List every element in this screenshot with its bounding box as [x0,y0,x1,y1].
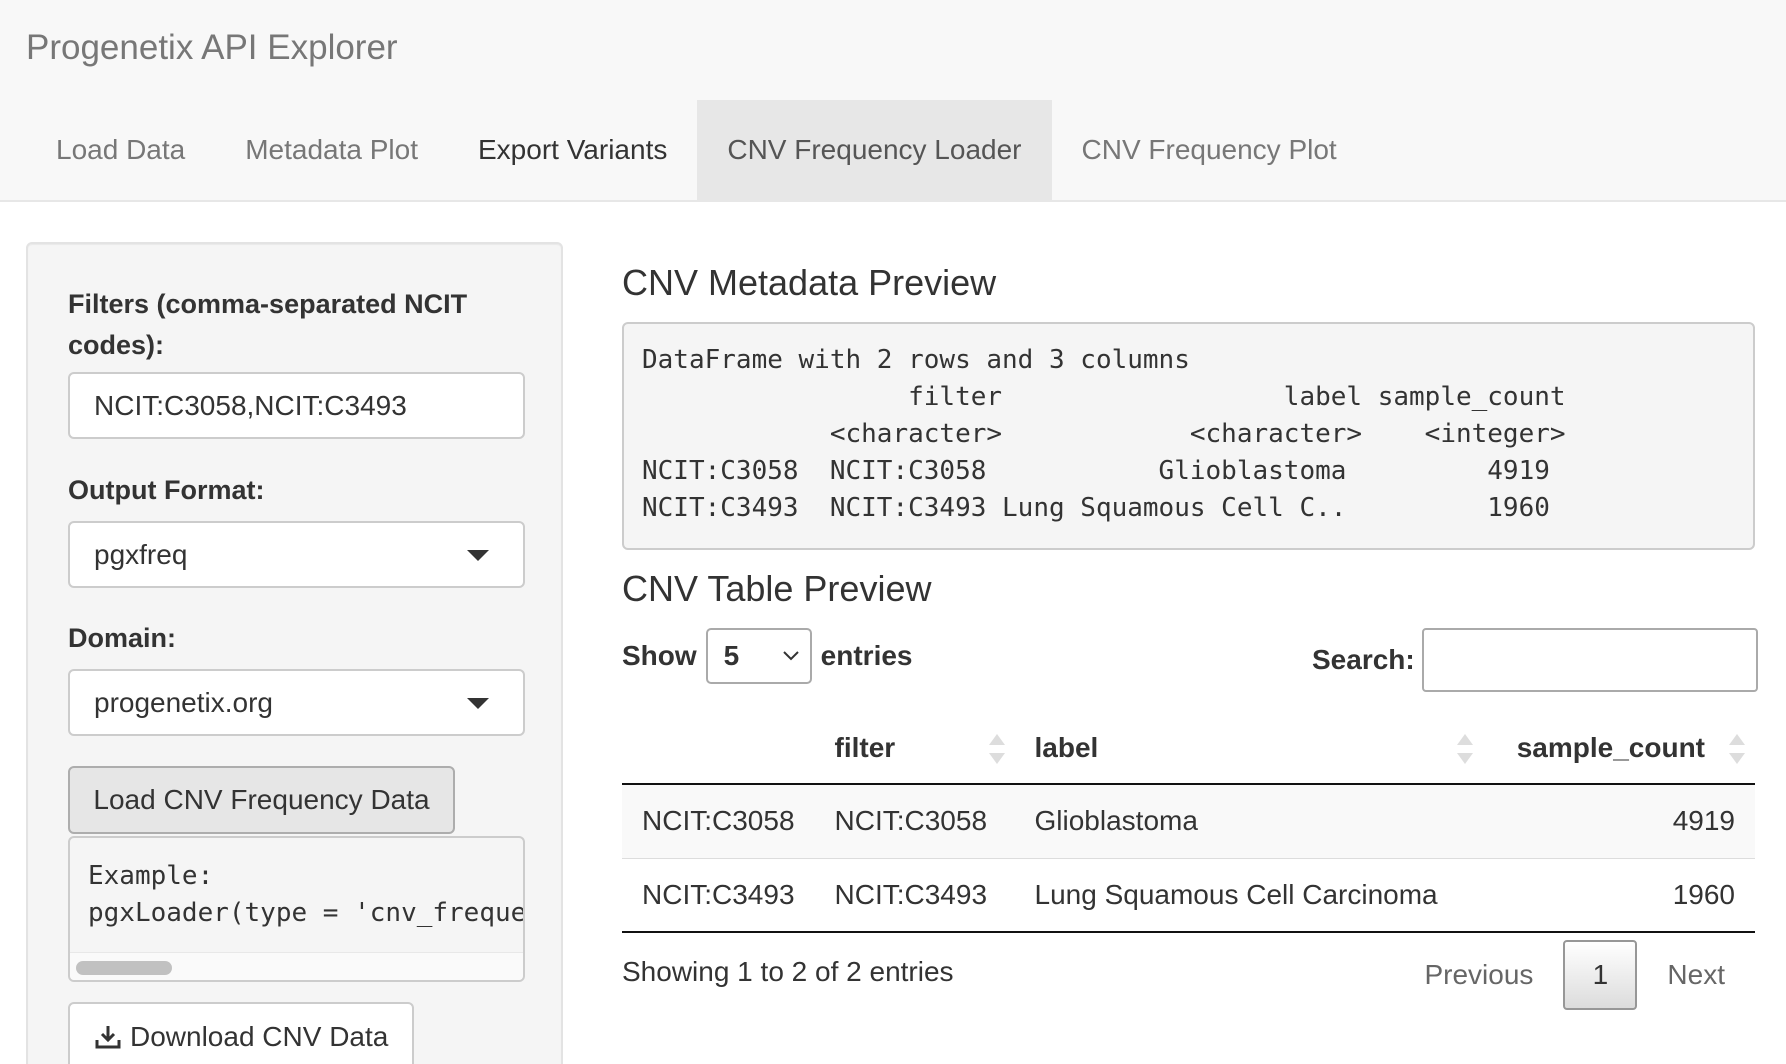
label-cell: Lung Squamous Cell Carcinoma [1014,858,1483,933]
search-input[interactable] [1421,628,1758,692]
entries-label: entries [820,640,913,671]
column-header-filter[interactable]: filter [814,712,1015,785]
caret-down-icon [467,550,489,561]
chevron-down-icon [782,651,799,661]
search-label: Search: [1312,644,1415,675]
row-name-cell: NCIT:C3493 [622,858,815,933]
sidebar-panel: Filters (comma-separated NCIT codes): NC… [26,242,563,1064]
horizontal-scrollbar[interactable] [70,952,523,980]
label-cell: Glioblastoma [1014,784,1483,859]
download-cnv-button[interactable]: Download CNV Data [68,1002,414,1064]
sort-icon [1456,734,1473,766]
previous-page-button[interactable]: Previous [1394,940,1563,1010]
metadata-output-text: DataFrame with 2 rows and 3 columns filt… [642,345,1566,523]
tab-cnv-frequency-loader[interactable]: CNV Frequency Loader [697,100,1052,200]
filters-input[interactable]: NCIT:C3058,NCIT:C3493 [68,372,525,439]
domain-label: Domain: [68,623,176,653]
next-page-button[interactable]: Next [1637,940,1755,1010]
row-name-cell: NCIT:C3058 [622,784,815,859]
tab-bar: Load Data Metadata Plot Export Variants … [26,100,1367,200]
main-panel: CNV Metadata Preview DataFrame with 2 ro… [622,242,1758,1062]
tab-metadata-plot[interactable]: Metadata Plot [215,100,448,200]
filter-cell: NCIT:C3058 [814,784,1015,859]
example-code-box: Example: pgxLoader(type = 'cnv_freque [68,836,525,982]
example-code: Example: pgxLoader(type = 'cnv_freque [88,861,525,928]
sort-icon [1729,734,1745,766]
metadata-preview-title: CNV Metadata Preview [622,262,997,303]
output-format-select[interactable]: pgxfreq [68,521,525,588]
scrollbar-thumb[interactable] [76,961,172,975]
table-info: Showing 1 to 2 of 2 entries [622,956,954,987]
tab-load-data[interactable]: Load Data [26,100,215,200]
pagination: Previous 1 Next [1394,940,1755,1010]
column-header-label[interactable]: label [1014,712,1483,785]
search-control: Search: [1312,628,1758,692]
domain-select[interactable]: progenetix.org [68,669,525,736]
table-header-row: filter label sample_count [622,712,1755,785]
filter-cell: NCIT:C3493 [814,858,1015,933]
caret-down-icon [467,698,489,709]
column-header-rownames [622,712,815,785]
entries-select[interactable]: 5 [705,628,812,684]
output-format-label: Output Format: [68,475,265,505]
sort-icon [988,734,1005,766]
tab-export-variants[interactable]: Export Variants [448,100,697,200]
metadata-output: DataFrame with 2 rows and 3 columns filt… [622,322,1755,550]
column-header-sample-count[interactable]: sample_count [1482,712,1755,785]
top-navbar: Progenetix API Explorer Load Data Metada… [0,0,1786,202]
tab-cnv-frequency-plot[interactable]: CNV Frequency Plot [1052,100,1367,200]
download-cnv-label: Download CNV Data [130,1021,389,1052]
show-label: Show [622,640,697,671]
entries-length-control: Show 5 entries [622,628,913,684]
table-row[interactable]: NCIT:C3058 NCIT:C3058 Glioblastoma 4919 [622,784,1755,859]
cnv-table: filter label sample_count NCIT:C3058 NCI… [622,712,1755,933]
entries-select-value: 5 [723,640,740,671]
output-format-value: pgxfreq [94,539,188,570]
filters-label: Filters (comma-separated NCIT codes): [68,289,468,360]
column-header-filter-label: filter [834,731,896,763]
page-1-button[interactable]: 1 [1563,940,1638,1010]
table-preview-title: CNV Table Preview [622,568,932,609]
column-header-label-label: label [1034,731,1099,763]
sample-count-cell: 4919 [1482,784,1755,859]
table-row[interactable]: NCIT:C3493 NCIT:C3493 Lung Squamous Cell… [622,858,1755,933]
sample-count-cell: 1960 [1482,858,1755,933]
load-cnv-button[interactable]: Load CNV Frequency Data [68,766,455,834]
app-title: Progenetix API Explorer [26,28,398,67]
column-header-sample-count-label: sample_count [1516,731,1705,763]
download-icon [95,1026,121,1049]
domain-value: progenetix.org [94,687,274,718]
